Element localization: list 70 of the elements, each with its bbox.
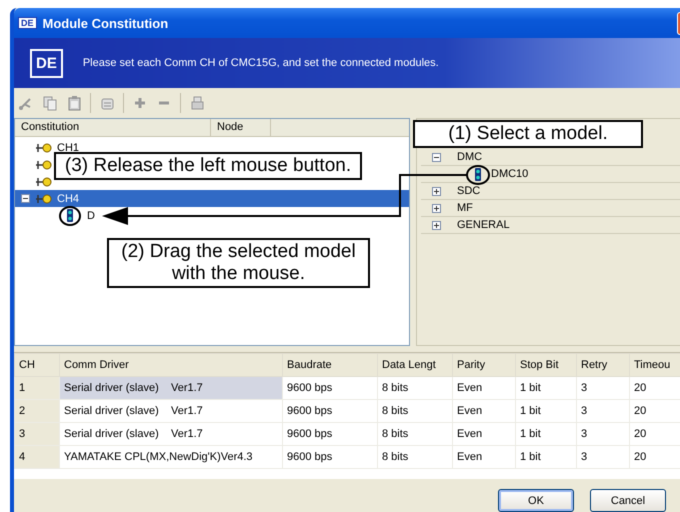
highlight-circle bbox=[466, 165, 490, 185]
column-header[interactable]: Constitution bbox=[15, 119, 211, 136]
table-cell[interactable]: 8 bits bbox=[378, 422, 452, 446]
table-cell[interactable]: 1 bit bbox=[516, 422, 576, 446]
table-cell[interactable]: 1 bit bbox=[516, 446, 576, 468]
column-header[interactable]: Timeou bbox=[630, 354, 680, 376]
table-cell[interactable]: 1 bit bbox=[516, 376, 576, 400]
row-header[interactable]: 1 bbox=[14, 376, 60, 400]
column-header[interactable]: CH bbox=[14, 354, 60, 376]
dialog-button[interactable]: Cancel bbox=[590, 489, 666, 512]
table-cell[interactable]: Serial driver (slave) Ver1.7 bbox=[60, 376, 282, 400]
banner-logo: DE bbox=[30, 48, 63, 78]
banner-message: Please set each Comm CH of CMC15G, and set the connected modules. bbox=[82, 57, 439, 69]
table-cell[interactable]: YAMATAKE CPL(MX,NewDig'K)Ver4.3 bbox=[60, 446, 282, 468]
table-cell[interactable]: 8 bits bbox=[378, 446, 452, 468]
table-cell[interactable]: Even bbox=[452, 422, 516, 446]
collapse-icon[interactable] bbox=[21, 194, 30, 203]
dialog-button[interactable]: OK bbox=[498, 489, 574, 512]
tree-item[interactable]: D bbox=[15, 207, 409, 224]
row-header[interactable]: 3 bbox=[14, 422, 60, 446]
callout-note: (1) Select a model. bbox=[413, 120, 643, 148]
column-header[interactable]: Comm Driver bbox=[60, 354, 282, 376]
table-cell[interactable]: 3 bbox=[576, 446, 630, 468]
expand-icon[interactable] bbox=[432, 186, 440, 196]
column-header[interactable]: Retry bbox=[576, 354, 630, 376]
table-cell[interactable]: 9600 bps bbox=[282, 400, 378, 422]
callout-note: (3) Release the left mouse button. bbox=[54, 152, 362, 180]
table-cell[interactable]: 3 bbox=[576, 376, 630, 400]
tree-item[interactable]: SDC bbox=[421, 183, 680, 200]
table-cell[interactable]: Serial driver (slave) Ver1.7 bbox=[60, 400, 282, 422]
table-cell[interactable]: Even bbox=[452, 376, 516, 400]
column-header[interactable]: Baudrate bbox=[282, 354, 378, 376]
plus-icon[interactable] bbox=[132, 95, 148, 111]
table-cell[interactable]: 1 bit bbox=[516, 400, 576, 422]
row-header[interactable]: 2 bbox=[14, 400, 60, 422]
tree-item[interactable]: CH4 bbox=[15, 190, 409, 207]
column-header[interactable]: Parity bbox=[452, 354, 516, 376]
collapse-icon[interactable] bbox=[432, 152, 440, 162]
channel-icon bbox=[36, 142, 52, 152]
tree-item[interactable]: GENERAL bbox=[421, 217, 680, 234]
column-header[interactable]: Stop Bit bbox=[516, 354, 576, 376]
channel-icon bbox=[36, 160, 52, 170]
table-cell[interactable]: 9600 bps bbox=[282, 446, 378, 468]
expand-icon[interactable] bbox=[432, 220, 440, 230]
table-cell[interactable]: 3 bbox=[576, 400, 630, 422]
expand-icon[interactable] bbox=[432, 204, 440, 212]
highlight-circle bbox=[59, 206, 81, 226]
module-icon bbox=[475, 168, 481, 180]
table-cell[interactable]: 9600 bps bbox=[282, 422, 378, 446]
channel-icon bbox=[36, 194, 52, 204]
table-cell[interactable]: Serial driver (slave) Ver1.7 bbox=[60, 422, 282, 446]
tree-item[interactable]: MF bbox=[421, 200, 680, 217]
table-cell[interactable]: 9600 bps bbox=[282, 376, 378, 400]
table-cell[interactable]: 8 bits bbox=[378, 376, 452, 400]
app-logo: DE bbox=[18, 17, 37, 29]
table-cell[interactable]: 3 bbox=[576, 422, 630, 446]
tree-item[interactable]: DMC bbox=[421, 149, 680, 166]
row-header[interactable]: 4 bbox=[14, 446, 60, 468]
column-header[interactable]: Data Lengt bbox=[378, 354, 452, 376]
table-cell[interactable]: 8 bits bbox=[378, 400, 452, 422]
printer-icon[interactable] bbox=[189, 95, 205, 111]
clipboard-icon[interactable] bbox=[66, 95, 82, 111]
column-header[interactable]: Node bbox=[211, 119, 271, 136]
copy-icon[interactable] bbox=[42, 95, 58, 111]
table-cell[interactable]: Even bbox=[452, 446, 516, 468]
callout-note: (2) Drag the selected model with the mouse. bbox=[107, 238, 370, 288]
module-icon bbox=[67, 209, 73, 222]
table-cell[interactable]: Even bbox=[452, 400, 516, 422]
window-title: Module Constitution bbox=[42, 16, 168, 30]
channel-icon bbox=[36, 176, 52, 186]
